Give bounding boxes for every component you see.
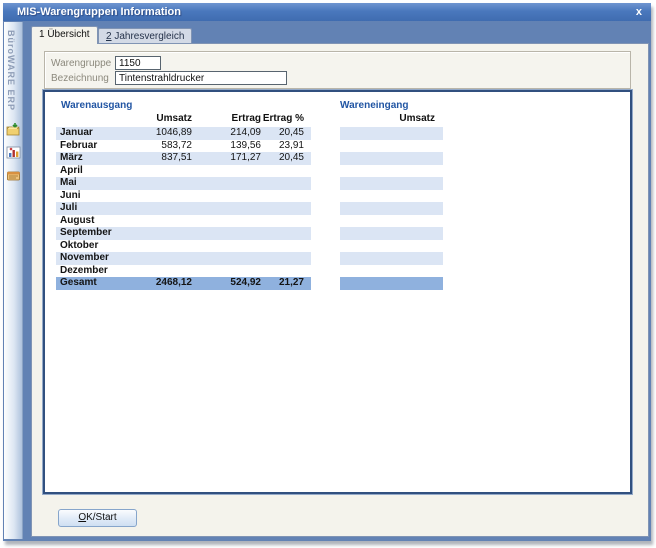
table-row-april: April (56, 165, 311, 178)
table-row-september: September (56, 227, 311, 240)
we-row (340, 227, 443, 240)
wareneingang-header-row: Umsatz (340, 113, 443, 126)
warenausgang-title: Warenausgang (61, 100, 132, 111)
table-row-august: August (56, 215, 311, 228)
mis-table-panel: Warenausgang Umsatz Ertrag Ertrag % Janu… (43, 90, 632, 494)
we-row (340, 240, 443, 253)
table-row-maerz: März837,51171,2720,45 (56, 152, 311, 165)
we-row (340, 215, 443, 228)
we-row (340, 202, 443, 215)
col-umsatz: Umsatz (136, 113, 192, 126)
table-row-mai: Mai (56, 177, 311, 190)
tab-uebersicht[interactable]: 1 Übersicht (31, 26, 98, 44)
col-ertrag-pct: Ertrag % (261, 113, 304, 126)
we-row (340, 165, 443, 178)
table-row-juni: Juni (56, 190, 311, 203)
we-row (340, 152, 443, 165)
warengruppe-field[interactable] (115, 56, 161, 70)
table-row-januar: Januar1046,89214,0920,45 (56, 127, 311, 140)
warengruppe-label: Warengruppe (51, 58, 111, 69)
col-ertrag: Ertrag (192, 113, 261, 126)
warenausgang-rows: Januar1046,89214,0920,45 Februar583,7213… (56, 127, 311, 290)
app-window: MIS-Warengruppen Information x BüroWARE … (3, 3, 651, 541)
index-card-icon[interactable] (6, 168, 21, 183)
title-bar: MIS-Warengruppen Information x (3, 3, 651, 21)
table-row-oktober: Oktober (56, 240, 311, 253)
close-icon[interactable]: x (636, 3, 642, 21)
window-title: MIS-Warengruppen Information (17, 3, 181, 21)
we-row (340, 127, 443, 140)
bezeichnung-label: Bezeichnung (51, 73, 109, 84)
warengruppe-groupbox: Warengruppe Bezeichnung (44, 51, 631, 89)
col-we-umsatz: Umsatz (399, 113, 435, 124)
ok-start-button[interactable]: OK/Start (58, 509, 137, 527)
we-row (340, 265, 443, 278)
tab-page-uebersicht: Warengruppe Bezeichnung Warenausgang Ums… (31, 43, 649, 537)
table-row-dezember: Dezember (56, 265, 311, 278)
table-row-gesamt: Gesamt2468,12524,9221,27 (56, 277, 311, 290)
table-row-november: November (56, 252, 311, 265)
we-row (340, 190, 443, 203)
wareneingang-title: Wareneingang (340, 100, 409, 111)
we-row-gesamt (340, 277, 443, 290)
we-row (340, 252, 443, 265)
we-row (340, 140, 443, 153)
bezeichnung-field[interactable] (115, 71, 287, 85)
chart-icon[interactable] (6, 145, 21, 160)
warenausgang-header-row: Umsatz Ertrag Ertrag % (56, 113, 311, 126)
open-folder-icon[interactable] (6, 122, 21, 137)
wareneingang-rows (340, 127, 443, 290)
table-row-februar: Februar583,72139,5623,91 (56, 140, 311, 153)
we-row (340, 177, 443, 190)
brand-sidebar: BüroWARE ERP (4, 22, 23, 539)
table-row-juli: Juli (56, 202, 311, 215)
brand-vertical-text: BüroWARE ERP (6, 30, 16, 111)
